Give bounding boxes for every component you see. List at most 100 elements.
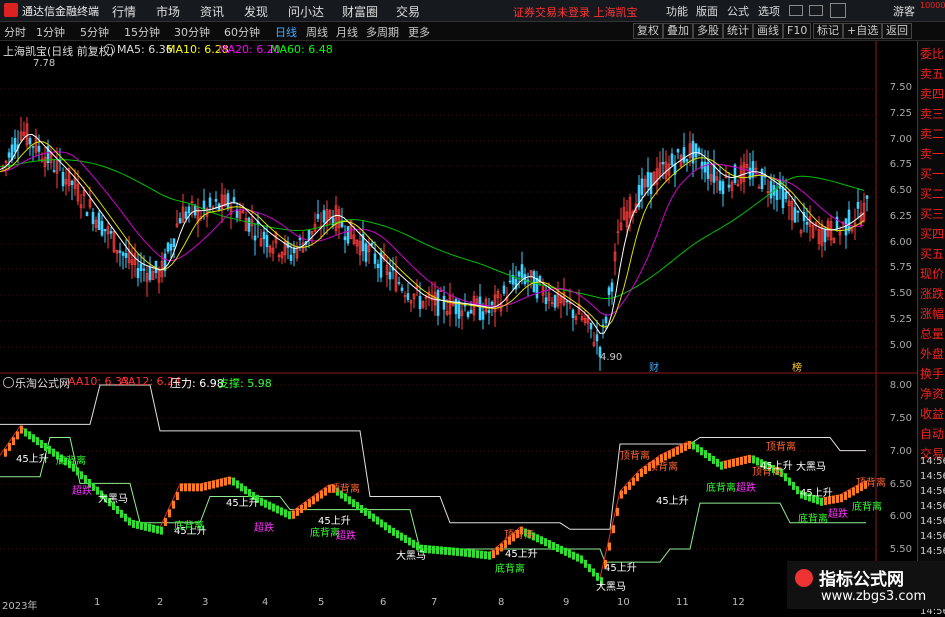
add-watchlist-button[interactable]: +自选 [843, 23, 883, 39]
menu-ask[interactable]: 问小达 [288, 3, 324, 20]
period-5min[interactable]: 5分钟 [80, 24, 109, 40]
tick-time: 14:56 [920, 516, 945, 527]
guest-label[interactable]: 游客 [893, 3, 915, 19]
adjust-button[interactable]: 复权 [633, 23, 663, 39]
indicator-bar [484, 551, 487, 560]
candle-body [604, 316, 608, 324]
high-price-label: 7.78 [33, 58, 56, 69]
stats-button[interactable]: 统计 [723, 23, 753, 39]
x-tick: 12 [732, 597, 745, 608]
period-day[interactable]: 日线 [275, 24, 297, 40]
period-15min[interactable]: 15分钟 [124, 24, 160, 40]
sidebar-item-ask2[interactable]: 卖二 [920, 125, 945, 142]
sidebar-item-volume[interactable]: 总量 [920, 325, 945, 342]
candle-body [31, 146, 35, 148]
overlay-button[interactable]: 叠加 [663, 23, 693, 39]
candle-body [226, 193, 230, 208]
indicator-bar [580, 555, 583, 564]
sidebar-item-weibi[interactable]: 委比 [920, 45, 945, 62]
signal-label: 顶背离 [648, 462, 678, 473]
sidebar-item-ask1[interactable]: 卖一 [920, 145, 945, 162]
mark-button[interactable]: 标记 [813, 23, 843, 39]
period-week[interactable]: 周线 [306, 24, 328, 40]
low-price-label: 4.90 [600, 352, 623, 363]
period-timeshare[interactable]: 分时 [4, 24, 26, 40]
menu-quotes[interactable]: 行情 [112, 3, 136, 20]
signal-label: 底背离 [495, 564, 525, 575]
indicator-gear-icon[interactable] [3, 377, 14, 388]
candle-body [661, 161, 665, 165]
indicator-bar [464, 548, 467, 557]
candle-body [7, 152, 11, 158]
x-tick: 6 [380, 597, 387, 608]
sidebar-item-ask5[interactable]: 卖五 [920, 65, 945, 82]
indicator-bar [280, 507, 283, 516]
indicator-bar [240, 483, 243, 492]
period-1min[interactable]: 1分钟 [36, 24, 65, 40]
candle-body [640, 178, 644, 195]
sidebar-item-bid3[interactable]: 买三 [920, 205, 945, 222]
menu-layout[interactable]: 版面 [696, 3, 718, 19]
menu-news[interactable]: 资讯 [200, 3, 224, 20]
sidebar-item-ask3[interactable]: 卖三 [920, 105, 945, 122]
indicator-bar [616, 507, 619, 516]
sidebar-item-nav[interactable]: 净资 [920, 385, 945, 402]
window-icon[interactable] [830, 3, 846, 18]
indicator-bar [848, 489, 851, 498]
period-month[interactable]: 月线 [336, 24, 358, 40]
menu-formula[interactable]: 公式 [727, 3, 749, 19]
indicator-bar [384, 522, 387, 531]
indicator-bar [360, 504, 363, 513]
candle-body [85, 212, 89, 217]
sidebar-item-pct[interactable]: 涨幅 [920, 305, 945, 322]
indicator-bar [400, 532, 403, 541]
period-60min[interactable]: 60分钟 [224, 24, 260, 40]
price-tick: 6.75 [889, 159, 912, 170]
finance-marker[interactable]: 财 [649, 359, 659, 374]
indicator-bar [128, 517, 131, 526]
sidebar-item-bid5[interactable]: 买五 [920, 245, 945, 262]
login-warning[interactable]: 证券交易未登录 上海凯宝 [513, 4, 638, 20]
draw-button[interactable]: 画线 [753, 23, 783, 39]
restore-icon[interactable] [809, 5, 823, 16]
indicator-name[interactable]: 乐淘公式网 [15, 375, 70, 391]
indicator-bar [696, 444, 699, 453]
sidebar-item-turnover[interactable]: 换手 [920, 365, 945, 382]
menu-function[interactable]: 功能 [666, 3, 688, 19]
menu-wealth[interactable]: 财富圈 [342, 3, 378, 20]
candle-body [397, 282, 401, 284]
multi-stock-button[interactable]: 多股 [693, 23, 723, 39]
sidebar-item-eps[interactable]: 收益 [920, 405, 945, 422]
indicator-bar [708, 453, 711, 462]
sidebar-item-bid1[interactable]: 买一 [920, 165, 945, 182]
menu-discover[interactable]: 发现 [244, 3, 268, 20]
sidebar-item-outer[interactable]: 外盘 [920, 345, 945, 362]
sidebar-item-ask4[interactable]: 卖四 [920, 85, 945, 102]
sidebar-item-price[interactable]: 现价 [920, 265, 945, 282]
list-marker[interactable]: 榜 [792, 359, 802, 374]
menu-options[interactable]: 选项 [758, 3, 780, 19]
candle-body [844, 218, 848, 236]
indicator-bar [676, 446, 679, 455]
period-30min[interactable]: 30分钟 [174, 24, 210, 40]
sidebar-item-bid2[interactable]: 买二 [920, 185, 945, 202]
settings-gear-icon[interactable] [104, 44, 115, 55]
indicator-bar [440, 546, 443, 555]
sidebar-item-change[interactable]: 涨跌 [920, 285, 945, 302]
candle-body [520, 264, 524, 279]
candle-body [235, 209, 239, 218]
indicator-bar [592, 568, 595, 577]
period-multi[interactable]: 多周期 [366, 24, 399, 40]
back-button[interactable]: 返回 [882, 23, 912, 39]
indicator-bar [544, 538, 547, 547]
sidebar-item-auto[interactable]: 自动 [920, 425, 945, 442]
minimize-icon[interactable] [789, 5, 803, 16]
menu-market[interactable]: 市场 [156, 3, 180, 20]
candle-body [97, 212, 101, 231]
f10-button[interactable]: F10 [783, 23, 812, 39]
indicator-bar [36, 437, 39, 446]
chart-area[interactable] [0, 41, 917, 597]
period-more[interactable]: 更多 [408, 24, 430, 40]
menu-trade[interactable]: 交易 [396, 3, 420, 20]
sidebar-item-bid4[interactable]: 买四 [920, 225, 945, 242]
